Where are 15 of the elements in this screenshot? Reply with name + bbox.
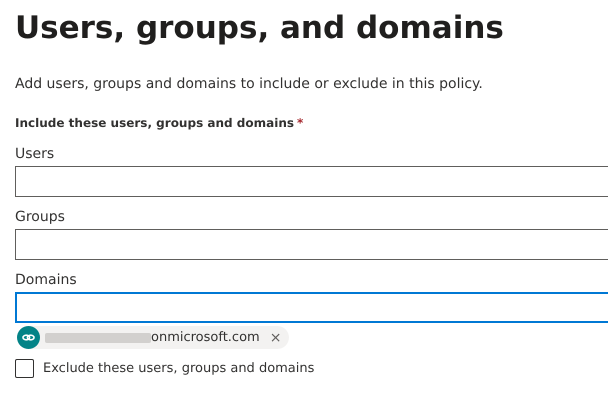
section-label: Include these users, groups and domains [15,115,294,132]
input-field[interactable] [15,292,608,323]
chip-text: onmicrosoft.com [151,328,260,347]
link-icon [17,326,40,349]
checkbox-label: Exclude these users, groups and domains [43,360,314,378]
page-title: Users, groups, and domains [15,9,504,48]
remove-button[interactable]: × [270,330,282,344]
input-field[interactable] [15,229,608,260]
required-mark: * [297,115,304,132]
input-field[interactable] [15,166,608,197]
field-label: Domains [15,271,77,290]
checkbox[interactable] [15,359,34,378]
field-label: Users [15,145,54,164]
description: Add users, groups and domains to include or exclude in this policy. [15,75,483,94]
field-label: Groups [15,208,65,227]
